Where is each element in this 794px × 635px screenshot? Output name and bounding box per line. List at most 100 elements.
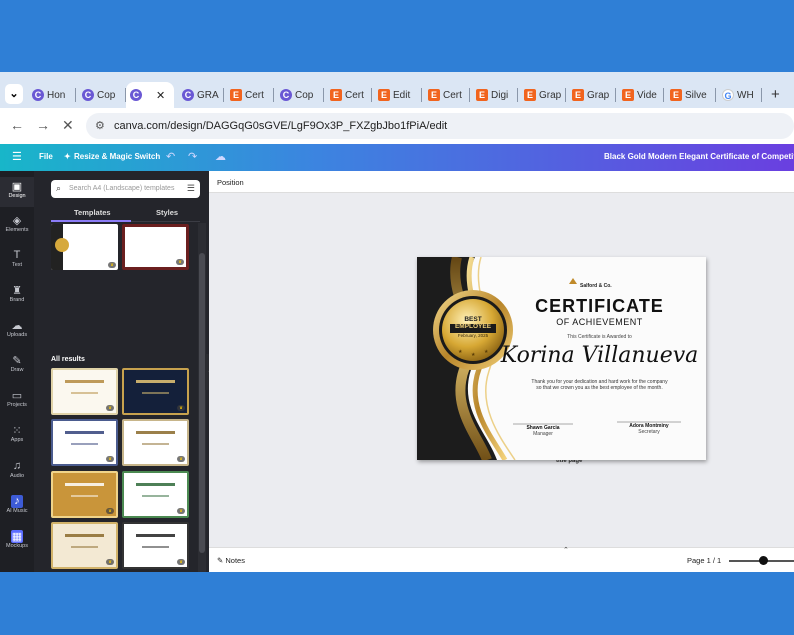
browser-tab[interactable]: C Cop xyxy=(78,82,124,108)
premium-crown-icon: ♛ xyxy=(108,262,116,268)
browser-tab[interactable]: C Cop xyxy=(276,82,322,108)
notes-button[interactable]: ✎ Notes xyxy=(217,556,245,565)
templates-panel: ⌕ Search A4 (Landscape) templates ☰ Temp… xyxy=(34,171,209,572)
all-results-heading: All results xyxy=(51,356,85,363)
url-text[interactable]: canva.com/design/DAGGqG0sGVE/LgF9Ox3P_FX… xyxy=(114,120,447,132)
etsy-favicon-icon: E xyxy=(670,89,682,101)
template-thumbnail[interactable]: ♛ xyxy=(122,224,189,270)
rail-item-ai-music[interactable]: ♪ AI Music xyxy=(0,492,34,522)
page-indicator[interactable]: Page 1 / 1 xyxy=(687,556,721,565)
url-bar[interactable]: ⚙ canva.com/design/DAGGqG0sGVE/LgF9Ox3P_… xyxy=(86,113,794,139)
recipient-name: Korina Villanueva xyxy=(500,343,699,368)
rail-item-mockups[interactable]: ▦ Mockups xyxy=(0,527,34,557)
browser-tab[interactable]: E Edit xyxy=(374,82,420,108)
premium-crown-icon: ♛ xyxy=(177,559,185,565)
template-thumbnail[interactable]: ♛ xyxy=(122,471,189,518)
tab-label: Grap xyxy=(539,89,562,101)
rail-item-uploads[interactable]: ☁ Uploads xyxy=(0,316,34,346)
rail-item-apps[interactable]: ⁙ Apps xyxy=(0,421,34,451)
template-thumbnail[interactable]: ♛ xyxy=(51,224,118,270)
template-thumbnail[interactable]: ♛ xyxy=(122,368,189,415)
search-icon: ⌕ xyxy=(56,183,62,193)
rail-item-label: Uploads xyxy=(6,332,28,338)
browser-tab[interactable]: G WH xyxy=(718,82,760,108)
site-info-icon[interactable]: ⚙ xyxy=(95,119,105,132)
certificate-title: CERTIFICATE xyxy=(535,296,664,316)
rail-item-label: Text xyxy=(11,262,23,268)
address-bar-row: ← → ✕ ⚙ canva.com/design/DAGGqG0sGVE/LgF… xyxy=(0,108,794,144)
forward-icon[interactable]: → xyxy=(36,117,50,133)
etsy-favicon-icon: E xyxy=(622,89,634,101)
document-title[interactable]: Black Gold Modern Elegant Certificate of… xyxy=(604,152,794,161)
template-thumbnail[interactable]: ♛ xyxy=(51,368,118,415)
browser-tab[interactable]: E Vide xyxy=(618,82,662,108)
back-icon[interactable]: ← xyxy=(10,117,24,133)
certificate-page[interactable]: ★ ★ ★ BEST EMPLOYEE February, 2025 Salfo… xyxy=(417,257,706,460)
filter-icon[interactable]: ☰ xyxy=(187,183,195,194)
browser-tab[interactable]: E Digi xyxy=(472,82,516,108)
rail-item-audio[interactable]: ♫ Audio xyxy=(0,457,34,487)
tab-separator xyxy=(517,88,518,102)
premium-crown-icon: ♛ xyxy=(177,456,185,462)
undo-icon[interactable]: ↶ xyxy=(166,150,175,163)
browser-tab[interactable]: C ✕ xyxy=(126,82,174,108)
tab-separator xyxy=(565,88,566,102)
zoom-slider-knob[interactable] xyxy=(759,556,768,565)
thumb-title-line xyxy=(136,380,175,383)
uploads-icon: ☁ xyxy=(11,320,23,332)
template-thumbnail[interactable]: ♛ xyxy=(51,419,118,466)
footer-bar: ⌃ ✎ Notes Page 1 / 1 xyxy=(209,547,794,572)
thumb-name-line xyxy=(71,443,98,445)
rail-item-elements[interactable]: ◈ Elements xyxy=(0,211,34,241)
browser-tab[interactable]: E Silve xyxy=(666,82,714,108)
premium-crown-icon: ♛ xyxy=(106,456,114,462)
new-tab-icon[interactable]: + xyxy=(771,86,780,103)
resize-magic-switch-button[interactable]: Resize & Magic Switch xyxy=(74,152,160,161)
template-thumbnail[interactable]: ♛ xyxy=(122,419,189,466)
thumb-title-line xyxy=(136,483,175,486)
svg-text:★: ★ xyxy=(458,349,463,355)
thumb-name-line xyxy=(71,392,98,394)
position-button[interactable]: Position xyxy=(217,178,244,187)
thumb-name-line xyxy=(142,546,169,548)
redo-icon[interactable]: ↷ xyxy=(188,150,197,163)
menu-icon[interactable]: ☰ xyxy=(12,150,22,163)
template-thumbnail[interactable]: ♛ xyxy=(51,522,118,569)
rail-item-projects[interactable]: ▭ Projects xyxy=(0,386,34,416)
tab-styles[interactable]: Styles xyxy=(156,208,178,217)
certificate-subtitle: OF ACHIEVEMENT xyxy=(556,317,643,327)
notes-label: Notes xyxy=(225,556,245,565)
browser-tab[interactable]: E Cert xyxy=(326,82,370,108)
close-tab-icon[interactable]: ✕ xyxy=(156,89,165,102)
tab-label: Cert xyxy=(245,89,264,101)
tab-separator xyxy=(323,88,324,102)
magic-switch-icon[interactable]: ✦ xyxy=(64,152,71,161)
browser-tab[interactable]: C GRA xyxy=(178,82,222,108)
premium-crown-icon: ♛ xyxy=(177,508,185,514)
rail-item-text[interactable]: T Text xyxy=(0,246,34,276)
chevron-up-icon[interactable]: ⌃ xyxy=(563,546,569,554)
panel-scrollbar[interactable] xyxy=(198,223,206,572)
canva-favicon-icon: C xyxy=(182,89,194,101)
tab-templates[interactable]: Templates xyxy=(74,208,111,217)
company-name: Salford & Co. xyxy=(580,283,612,289)
rail-item-draw[interactable]: ✎ Draw xyxy=(0,351,34,381)
tab-search-chevron-icon[interactable]: ⌄ xyxy=(5,84,23,104)
browser-tab[interactable]: C Hon xyxy=(28,82,74,108)
browser-tab[interactable]: E Grap xyxy=(520,82,564,108)
premium-crown-icon: ♛ xyxy=(106,559,114,565)
template-thumbnail[interactable]: ♛ xyxy=(51,471,118,518)
stop-loading-icon[interactable]: ✕ xyxy=(62,117,74,134)
cloud-save-icon[interactable]: ☁ xyxy=(215,150,226,163)
file-menu[interactable]: File xyxy=(39,152,53,161)
browser-tab[interactable]: E Cert xyxy=(424,82,468,108)
rail-item-brand[interactable]: ♜ Brand xyxy=(0,281,34,311)
audio-icon: ♫ xyxy=(12,460,22,472)
rail-item-design[interactable]: ▣ Design xyxy=(0,177,34,207)
template-thumbnail[interactable]: ♛ xyxy=(122,522,189,569)
scrollbar-thumb[interactable] xyxy=(199,253,205,553)
rail-item-label: Elements xyxy=(5,227,29,233)
browser-tab[interactable]: E Grap xyxy=(568,82,614,108)
template-search-input[interactable]: ⌕ Search A4 (Landscape) templates ☰ xyxy=(51,180,200,198)
browser-tab[interactable]: E Cert xyxy=(226,82,272,108)
